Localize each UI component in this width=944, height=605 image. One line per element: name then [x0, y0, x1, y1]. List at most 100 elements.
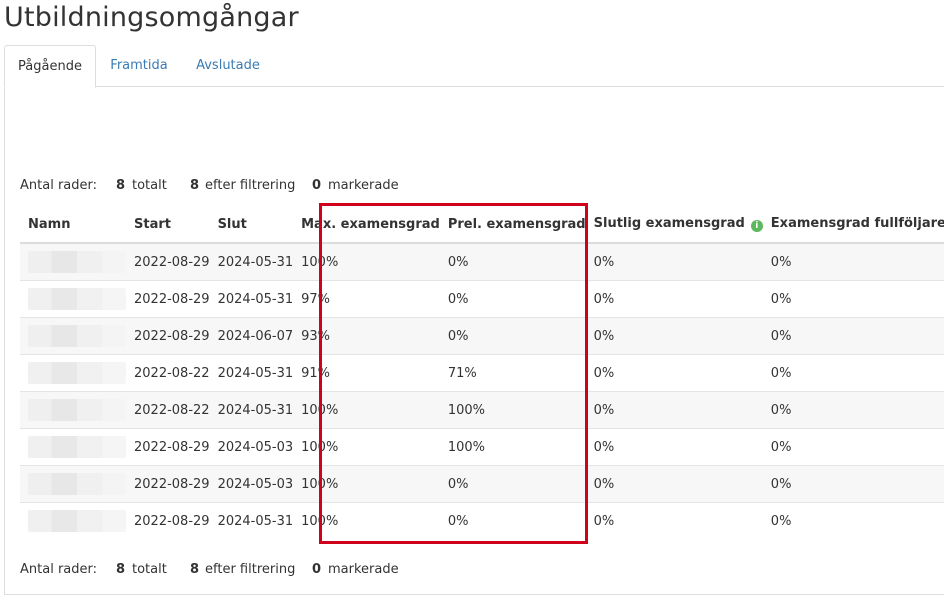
redacted-name: [28, 362, 126, 384]
cell-start: 2022-08-29: [126, 242, 210, 281]
filtered-count: 8: [190, 562, 200, 577]
redacted-name: [28, 436, 126, 458]
cell-start: 2022-08-22: [126, 391, 210, 429]
table-row[interactable]: 2022-08-29 2024-05-03 100% 100% 0% 0%: [20, 428, 944, 466]
cell-namn[interactable]: [20, 317, 126, 355]
cell-start: 2022-08-22: [126, 354, 210, 392]
marked-label: markerade: [328, 178, 399, 193]
cell-max-examensgrad: 100%: [293, 242, 440, 281]
cell-start: 2022-08-29: [126, 317, 210, 355]
tab-bar: Pågående Framtida Avslutade: [4, 45, 944, 88]
cell-slut: 2024-06-07: [209, 317, 294, 355]
cell-slutlig-examensgrad: 0%: [585, 428, 763, 466]
cell-max-examensgrad: 97%: [293, 280, 440, 318]
cell-namn[interactable]: [20, 242, 126, 281]
total-count: 8: [116, 178, 126, 193]
cell-max-examensgrad: 100%: [293, 428, 440, 466]
cell-prel-examensgrad: 100%: [439, 428, 586, 466]
info-icon[interactable]: i: [750, 220, 763, 232]
redacted-name: [28, 288, 126, 310]
filtered-count: 8: [190, 178, 200, 193]
cell-prel-examensgrad: 0%: [439, 242, 586, 281]
cell-examensgrad-fullfoljare: 0%: [762, 428, 944, 466]
cell-slut: 2024-05-03: [209, 465, 294, 503]
cell-slut: 2024-05-31: [209, 391, 294, 429]
total-count: 8: [116, 562, 126, 577]
total-label: totalt: [132, 562, 167, 577]
redacted-name: [28, 325, 126, 347]
cell-prel-examensgrad: 0%: [439, 502, 586, 539]
cell-slutlig-examensgrad: 0%: [585, 280, 763, 318]
cell-namn[interactable]: [20, 465, 126, 503]
column-header-namn[interactable]: Namn: [20, 206, 126, 244]
column-header-slutlig-examensgrad[interactable]: Slutlig examensgrad i: [585, 206, 763, 244]
cell-start: 2022-08-29: [126, 280, 210, 318]
marked-count: 0: [312, 562, 322, 577]
table-row[interactable]: 2022-08-22 2024-05-31 91% 71% 0% 0%: [20, 354, 944, 392]
cell-max-examensgrad: 93%: [293, 317, 440, 355]
column-header-prel-examensgrad[interactable]: Prel. examensgrad: [439, 206, 586, 244]
marked-label: markerade: [328, 562, 399, 577]
cell-slut: 2024-05-03: [209, 428, 294, 466]
cell-prel-examensgrad: 100%: [439, 391, 586, 429]
cell-start: 2022-08-29: [126, 502, 210, 539]
cell-prel-examensgrad: 0%: [439, 280, 586, 318]
cell-prel-examensgrad: 71%: [439, 354, 586, 392]
table-header-row: Namn Start Slut Max. examensgrad Prel. e…: [20, 206, 944, 244]
cell-namn[interactable]: [20, 502, 126, 539]
cell-namn[interactable]: [20, 280, 126, 318]
total-label: totalt: [132, 178, 167, 193]
cell-max-examensgrad: 100%: [293, 465, 440, 503]
page-title: Utbildningsomgångar: [4, 2, 299, 33]
cell-slutlig-examensgrad: 0%: [585, 465, 763, 503]
cell-start: 2022-08-29: [126, 428, 210, 466]
course-table: Namn Start Slut Max. examensgrad Prel. e…: [20, 206, 944, 539]
cell-slutlig-examensgrad: 0%: [585, 317, 763, 355]
cell-slutlig-examensgrad: 0%: [585, 391, 763, 429]
cell-slutlig-examensgrad: 0%: [585, 502, 763, 539]
cell-slut: 2024-05-31: [209, 502, 294, 539]
cell-namn[interactable]: [20, 428, 126, 466]
filtered-label: efter filtrering: [205, 562, 296, 577]
filtered-label: efter filtrering: [205, 178, 296, 193]
cell-slut: 2024-05-31: [209, 280, 294, 318]
cell-slutlig-examensgrad: 0%: [585, 242, 763, 281]
cell-prel-examensgrad: 0%: [439, 465, 586, 503]
cell-examensgrad-fullfoljare: 0%: [762, 317, 944, 355]
column-header-start[interactable]: Start: [126, 206, 210, 244]
cell-max-examensgrad: 100%: [293, 502, 440, 539]
table-row[interactable]: 2022-08-29 2024-06-07 93% 0% 0% 0%: [20, 317, 944, 355]
column-header-slut[interactable]: Slut: [209, 206, 294, 244]
table-row[interactable]: 2022-08-29 2024-05-31 100% 0% 0% 0%: [20, 242, 944, 281]
row-count-label: Antal rader:: [20, 562, 97, 577]
table-row[interactable]: 2022-08-29 2024-05-03 100% 0% 0% 0%: [20, 465, 944, 503]
cell-slutlig-examensgrad: 0%: [585, 354, 763, 392]
cell-slut: 2024-05-31: [209, 354, 294, 392]
cell-namn[interactable]: [20, 391, 126, 429]
cell-prel-examensgrad: 0%: [439, 317, 586, 355]
table-row[interactable]: 2022-08-29 2024-05-31 100% 0% 0% 0%: [20, 502, 944, 539]
row-count-label: Antal rader:: [20, 178, 97, 193]
redacted-name: [28, 510, 126, 532]
tab-avslutade[interactable]: Avslutade: [186, 45, 270, 86]
cell-examensgrad-fullfoljare: 0%: [762, 502, 944, 539]
cell-examensgrad-fullfoljare: 0%: [762, 354, 944, 392]
tab-pagaende[interactable]: Pågående: [4, 45, 96, 88]
cell-examensgrad-fullfoljare: 0%: [762, 242, 944, 281]
tab-framtida[interactable]: Framtida: [100, 45, 178, 86]
column-header-max-examensgrad[interactable]: Max. examensgrad: [293, 206, 440, 244]
cell-examensgrad-fullfoljare: 0%: [762, 391, 944, 429]
redacted-name: [28, 473, 126, 495]
cell-namn[interactable]: [20, 354, 126, 392]
table-row[interactable]: 2022-08-29 2024-05-31 97% 0% 0% 0%: [20, 280, 944, 318]
marked-count: 0: [312, 178, 322, 193]
column-header-examensgrad-fullfoljare[interactable]: Examensgrad fullföljarei: [762, 206, 944, 244]
cell-slut: 2024-05-31: [209, 242, 294, 281]
redacted-name: [28, 251, 126, 273]
cell-max-examensgrad: 91%: [293, 354, 440, 392]
cell-start: 2022-08-29: [126, 465, 210, 503]
cell-max-examensgrad: 100%: [293, 391, 440, 429]
redacted-name: [28, 399, 126, 421]
table-row[interactable]: 2022-08-22 2024-05-31 100% 100% 0% 0%: [20, 391, 944, 429]
cell-examensgrad-fullfoljare: 0%: [762, 280, 944, 318]
